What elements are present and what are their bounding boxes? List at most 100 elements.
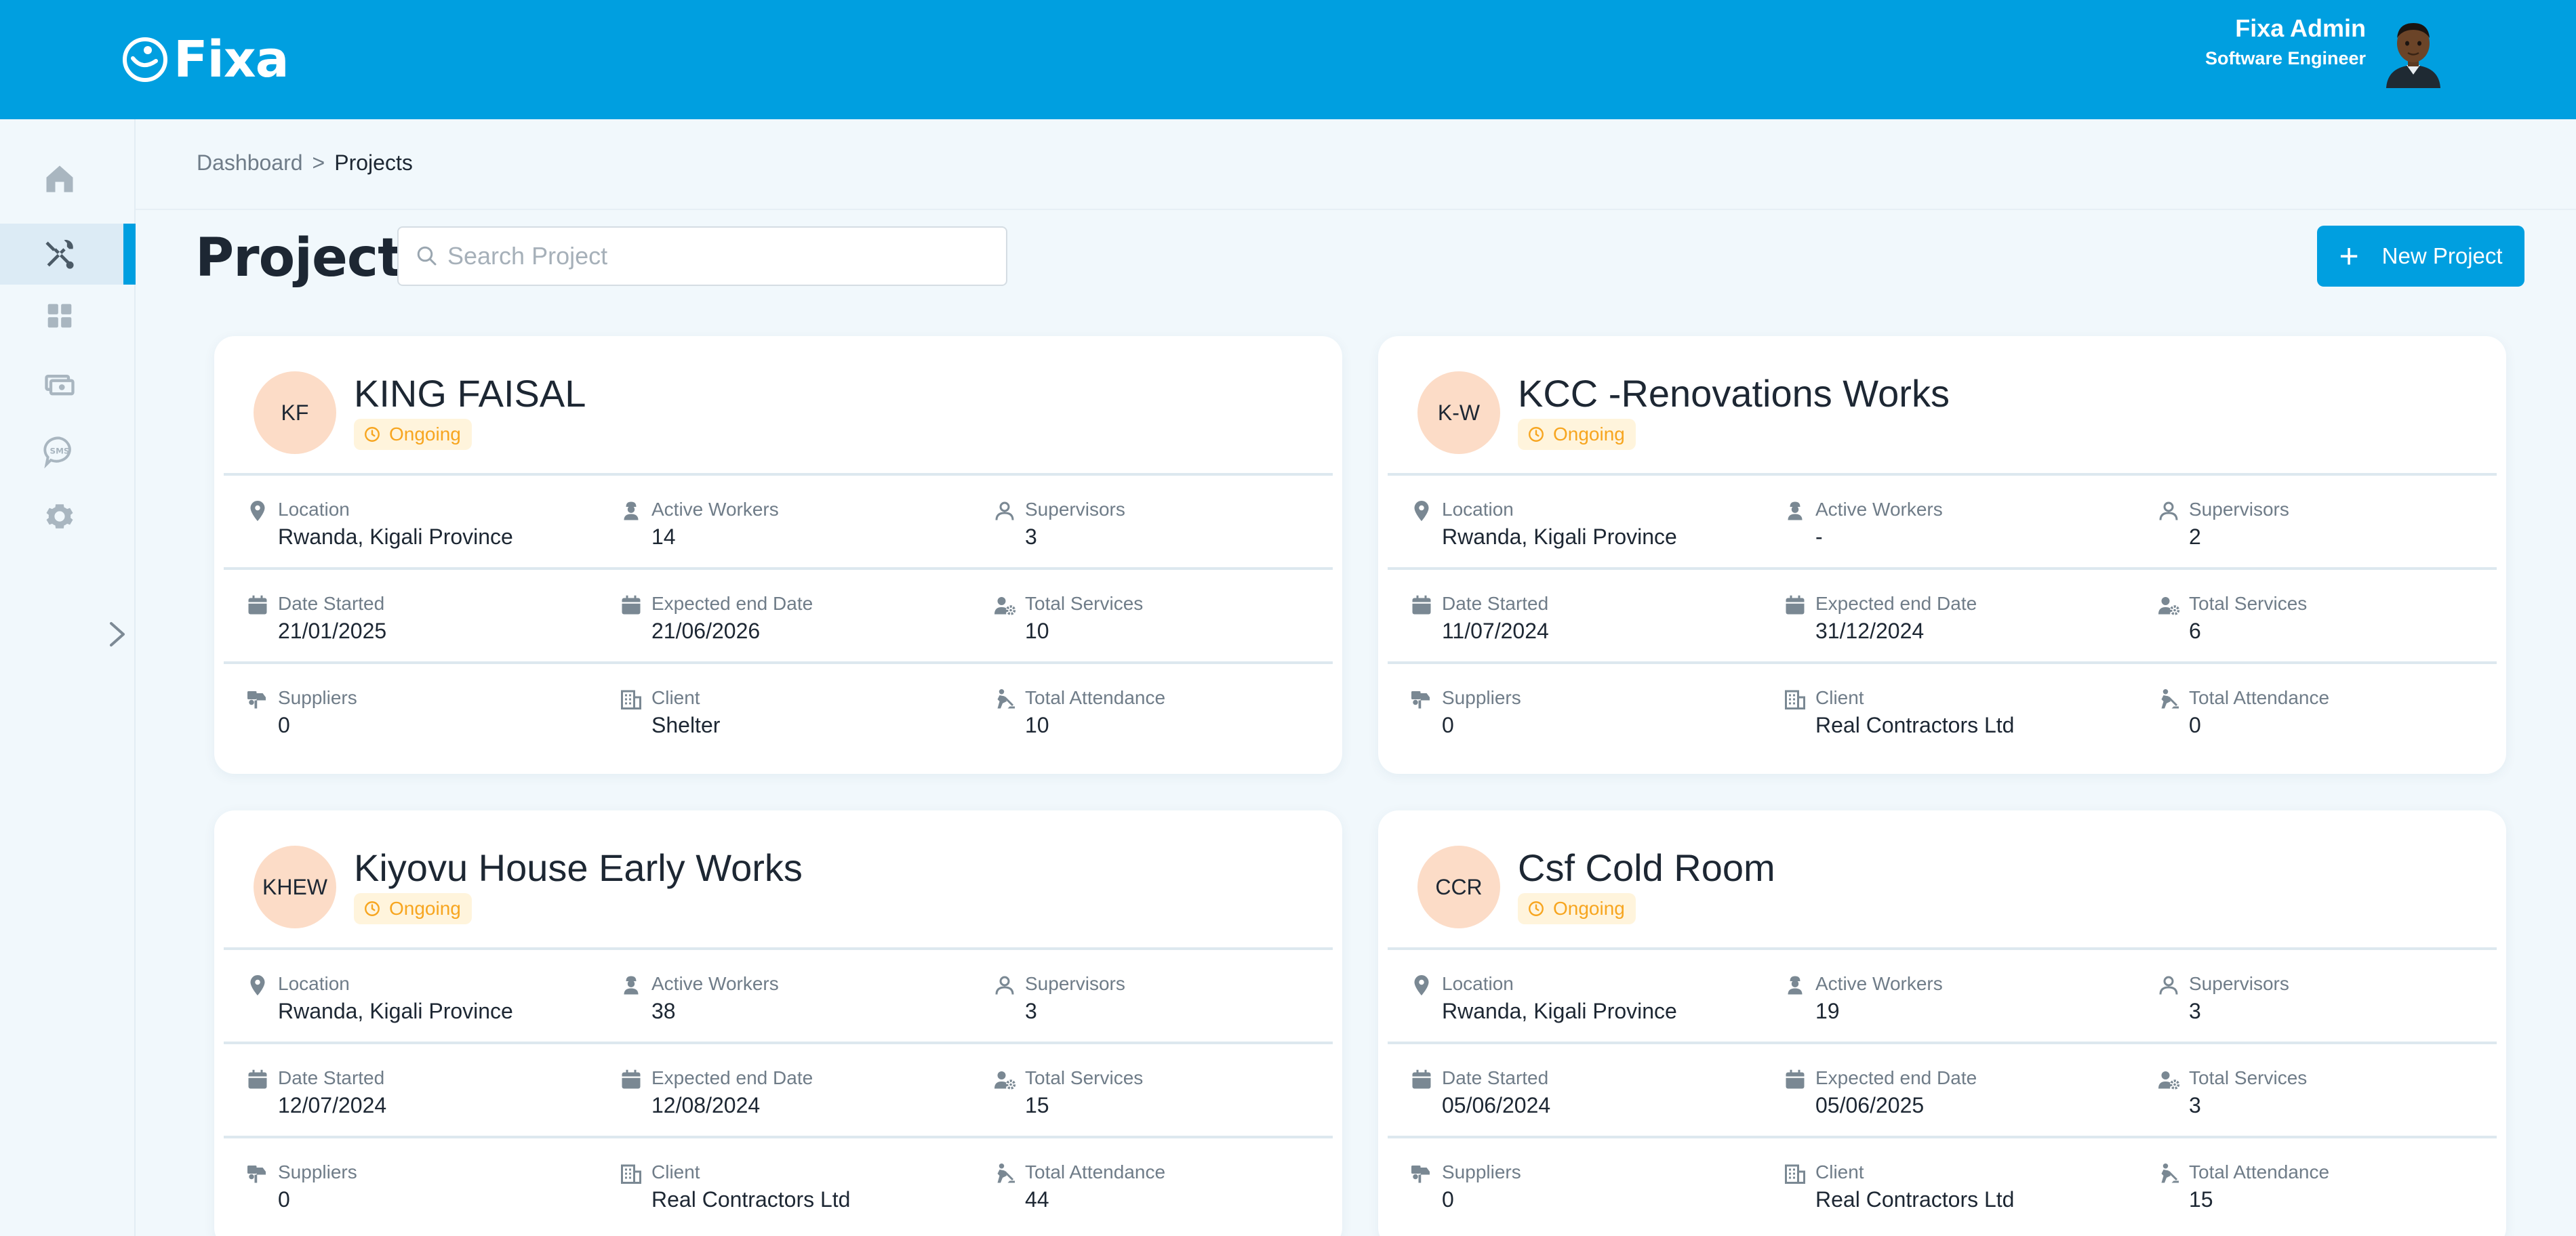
project-card[interactable]: K-W KCC -Renovations Works Ongoing Locat… [1378,336,2506,774]
field-value: - [1815,524,1823,549]
active-workers-field: Active Workers - [1783,496,2135,557]
location-pin-icon [1414,501,1429,521]
field-label: Active Workers [1815,973,1943,994]
status-text: Ongoing [389,424,461,445]
user-icon [2159,501,2178,520]
field-value: Rwanda, Kigali Province [278,524,513,549]
field-value: 05/06/2024 [1442,1093,1551,1117]
project-card-header: K-W KCC -Renovations Works Ongoing [1378,336,2506,474]
user-gear-icon [994,1071,1016,1090]
client-field: Client Real Contractors Ltd [1783,1159,2135,1220]
field-label: Date Started [278,593,385,614]
suppliers-field: Suppliers 0 [245,1159,598,1220]
grid-icon [47,304,72,328]
new-project-label: New Project [2381,243,2503,268]
sidebar-item-payments[interactable] [0,352,136,413]
divider [224,567,1333,570]
status-text: Ongoing [1553,898,1625,919]
active-workers-field: Active Workers 19 [1783,970,2135,1031]
sidebar: SMS [0,119,136,1236]
divider [224,1136,1333,1138]
tools-icon [45,240,74,269]
project-name[interactable]: KCC -Renovations Works [1518,371,1950,415]
field-value: 3 [1025,524,1037,549]
status-badge: Ongoing [1518,893,1636,924]
project-name[interactable]: Kiyovu House Early Works [354,846,803,890]
total-services-field: Total Services 10 [992,590,1342,651]
sidebar-item-settings[interactable] [0,485,136,546]
user-icon [2159,976,2178,995]
clock-icon [365,901,380,916]
calendar-icon [248,1069,267,1089]
field-value: 3 [1025,999,1037,1023]
project-card[interactable]: KHEW Kiyovu House Early Works Ongoing Lo… [214,810,1342,1236]
field-value: 0 [2189,713,2201,737]
supplier-icon [247,1166,266,1183]
location-pin-icon [250,975,265,995]
field-value: Real Contractors Ltd [1815,713,2015,737]
field-value: 14 [651,524,676,549]
date-started-field: Date Started 05/06/2024 [1409,1065,1762,1126]
field-value: 10 [1025,619,1049,643]
cash-icon [45,375,75,396]
sidebar-item-projects[interactable] [0,224,136,285]
project-name[interactable]: Csf Cold Room [1518,846,1775,890]
field-label: Total Services [1025,593,1144,614]
user-gear-icon [2158,1071,2180,1090]
active-workers-field: Active Workers 14 [619,496,971,557]
project-card-header: KF KING FAISAL Ongoing [214,336,1342,474]
clock-icon [365,427,380,442]
project-initials: KF [254,371,336,454]
divider [136,209,2576,210]
field-value: 2 [2189,524,2201,549]
location-pin-icon [250,501,265,521]
divider [224,473,1333,476]
active-indicator [123,224,136,285]
app-name: Fixa [174,30,289,89]
field-label: Total Attendance [2189,1161,2330,1182]
user-icon [995,976,1014,995]
field-value: 44 [1025,1187,1049,1212]
breadcrumb-dashboard[interactable]: Dashboard [197,150,303,175]
field-label: Client [651,687,700,708]
field-label: Total Attendance [2189,687,2330,708]
status-badge: Ongoing [354,419,472,450]
field-label: Active Workers [1815,499,1943,520]
avatar[interactable] [2379,14,2447,88]
divider [1388,473,2497,476]
search-input[interactable] [447,242,976,270]
field-label: Expected end Date [651,1067,813,1088]
field-value: Rwanda, Kigali Province [1442,999,1677,1023]
user-role: Software Engineer [2205,48,2366,68]
divider [1388,1136,2497,1138]
worker-icon [624,976,639,995]
app-logo[interactable]: Fixa [122,30,289,89]
field-label: Suppliers [278,1161,357,1182]
search-box[interactable] [397,226,1007,286]
field-value: 10 [1025,713,1049,737]
field-label: Client [651,1161,700,1182]
field-value: 6 [2189,619,2201,643]
supplier-icon [247,691,266,709]
field-value: Rwanda, Kigali Province [278,999,513,1023]
new-project-button[interactable]: + New Project [2317,226,2524,287]
total-services-field: Total Services 15 [992,1065,1342,1126]
project-card[interactable]: CCR Csf Cold Room Ongoing Location Rwand… [1378,810,2506,1236]
plus-icon: + [2339,237,2359,275]
chevron-right-icon[interactable] [102,614,136,655]
field-label: Location [1442,973,1514,994]
project-name[interactable]: KING FAISAL [354,371,586,415]
location-field: Location Rwanda, Kigali Province [1409,970,1762,1031]
sidebar-item-home[interactable] [0,148,136,209]
field-label: Suppliers [1442,687,1521,708]
sidebar-item-sms[interactable]: SMS [0,420,136,481]
project-initials: KHEW [254,846,336,928]
field-label: Supervisors [2189,973,2289,994]
clock-icon [1529,427,1544,442]
field-value: 0 [1442,1187,1454,1212]
field-label: Total Services [2189,1067,2308,1088]
sidebar-item-dashboard[interactable] [0,285,136,346]
field-value: 11/07/2024 [1442,619,1549,643]
project-card[interactable]: KF KING FAISAL Ongoing Location Rwanda, … [214,336,1342,774]
divider [1388,661,2497,664]
